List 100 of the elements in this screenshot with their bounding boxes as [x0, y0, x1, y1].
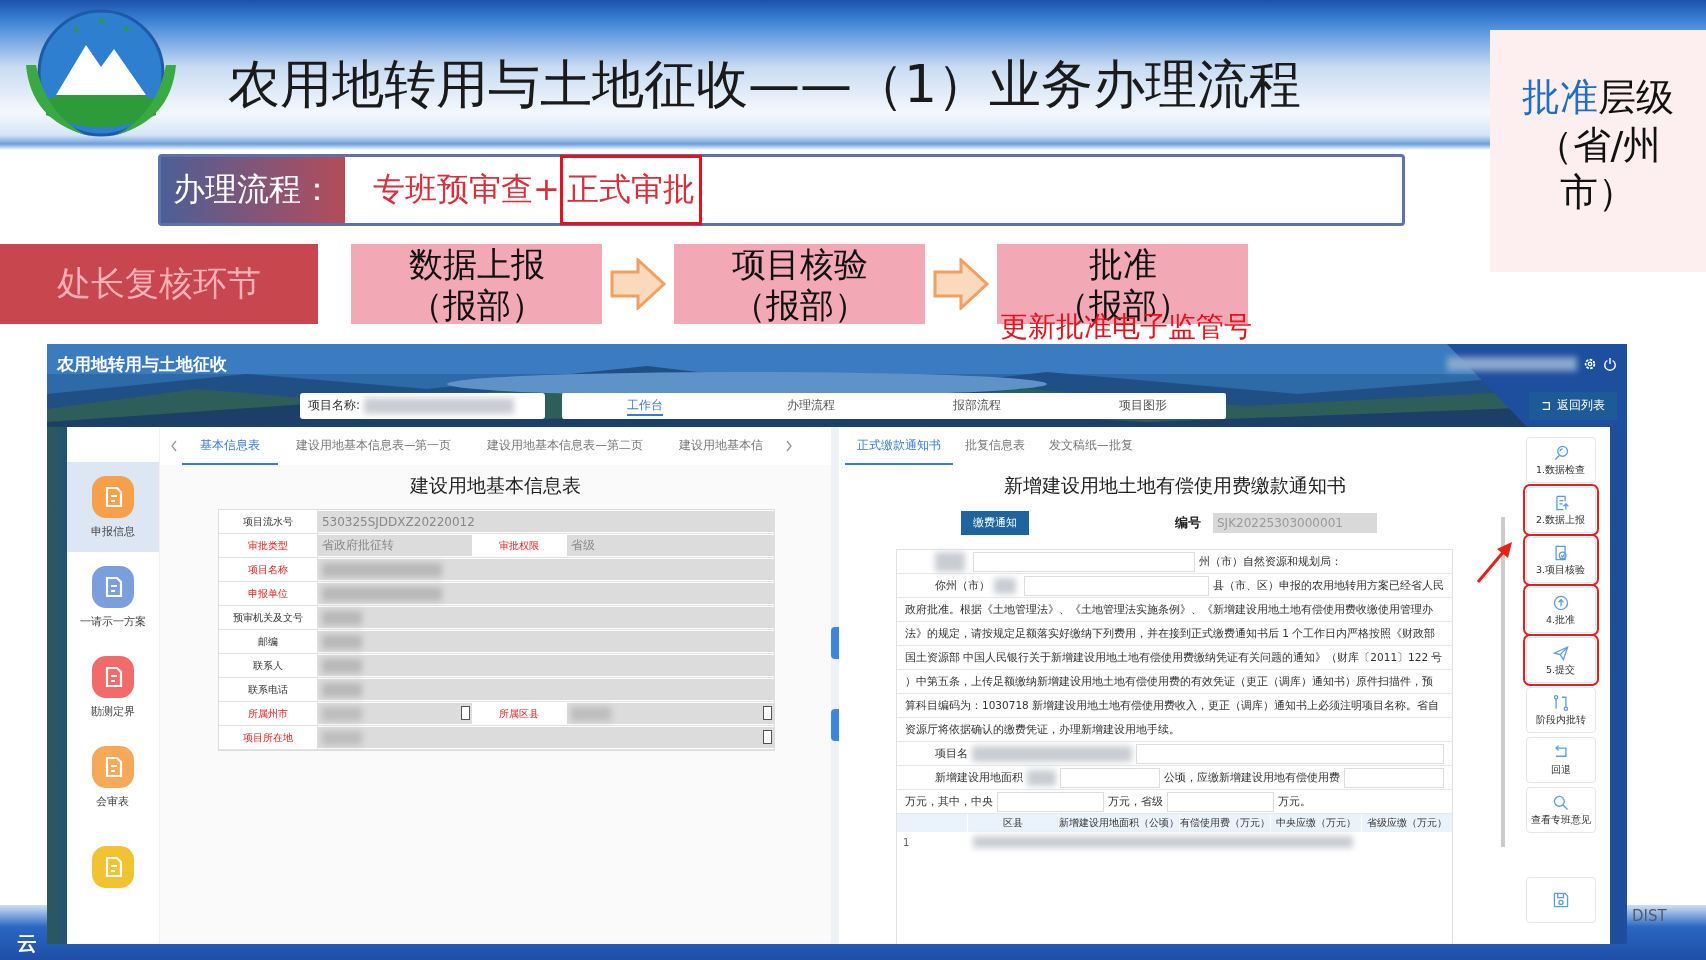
select-field[interactable]: [317, 703, 472, 724]
field-label: 邮编: [218, 630, 318, 653]
input-field[interactable]: [973, 551, 1195, 572]
return-icon: [1541, 400, 1551, 411]
branch-icon: [1551, 693, 1570, 712]
action-button[interactable]: 回退: [1525, 737, 1596, 783]
power-icon[interactable]: [1603, 357, 1617, 371]
dropdown-icon[interactable]: [762, 706, 772, 720]
collapse-handle[interactable]: [831, 709, 839, 741]
field-label: 项目流水号: [218, 510, 318, 533]
redacted-patch: [1027, 769, 1057, 786]
step-subtitle: （报部）: [408, 284, 545, 326]
column-header: 省级应缴（万元）: [1361, 814, 1452, 832]
column-header: 新增建设用地面积（公顷）: [1058, 814, 1179, 832]
input-field[interactable]: [997, 791, 1104, 812]
up-arrow-circle-icon: [1551, 593, 1570, 612]
redacted-patch: [321, 706, 362, 721]
tab[interactable]: 建设用地基本信息表—第二页: [469, 427, 661, 465]
tab[interactable]: 建设用地基本信: [660, 427, 781, 465]
search-field[interactable]: 项目名称:: [300, 392, 545, 419]
column-header: 区县: [967, 814, 1058, 832]
arrow-icon: [933, 258, 989, 310]
sidebar-item[interactable]: 一请示一方案: [67, 552, 159, 642]
document-icon: [91, 475, 134, 518]
step-subtitle: （报部）: [731, 284, 868, 326]
footer-mark: DIST: [1632, 907, 1667, 925]
select-field[interactable]: [566, 703, 774, 724]
scrollbar[interactable]: [1501, 517, 1506, 847]
redacted-patch: [570, 706, 611, 721]
save-button[interactable]: [1525, 877, 1596, 923]
field-label: 万元。: [1278, 794, 1311, 809]
save-icon: [1551, 891, 1570, 909]
notice-text: ）中第五条，上传足额缴纳新增建设用地土地有偿使用费的有效凭证（更正（调库）通知书）原件扫描件，预: [905, 674, 1433, 689]
tab[interactable]: 正式缴款通知书: [845, 427, 953, 465]
field-label: 公顷，应缴新增建设用地有偿使用费: [1164, 770, 1341, 785]
tab[interactable]: 批复信息表: [953, 427, 1037, 465]
tab[interactable]: 基本信息表: [181, 427, 278, 465]
field-label: 所属州市: [218, 702, 318, 725]
input-field[interactable]: [317, 607, 774, 628]
document-icon: [91, 846, 134, 888]
field-label: 预审机关及文号: [218, 606, 318, 629]
back-button[interactable]: 返回列表: [1529, 391, 1617, 420]
redacted-patch: [321, 610, 362, 625]
input-field[interactable]: [317, 631, 774, 652]
field-label: 万元，其中，中央: [905, 794, 993, 809]
chevron-left-icon[interactable]: [169, 440, 178, 452]
expand-handle[interactable]: [831, 627, 839, 659]
highlighted-text: 正式审批: [559, 155, 702, 225]
document-icon: [91, 655, 134, 698]
step-title: 项目核验: [731, 244, 868, 285]
input-field[interactable]: [317, 679, 774, 700]
action-button[interactable]: 4.批准: [1525, 587, 1596, 633]
notice-text: 法》的规定，请按规定足额落实好缴纳下列费用，并在接到正式缴费通知书后 1 个工作日内严格按照《财政部: [905, 626, 1436, 641]
input-field[interactable]: [1023, 575, 1209, 596]
input-field[interactable]: [317, 559, 774, 580]
level-note: 批准层级（省/州市）: [1521, 74, 1675, 216]
action-button[interactable]: 5.提交: [1525, 637, 1596, 683]
redacted-patch: [321, 682, 362, 697]
notice-text: 政府批准。根据《土地管理法》、《土地管理法实施条例》、《新增建设用地土地有偿使用费收缴使用管理办: [905, 602, 1433, 617]
chevron-right-icon[interactable]: [784, 440, 793, 452]
dropdown-icon[interactable]: [762, 730, 772, 744]
redacted-patch: [994, 577, 1016, 594]
redacted-patch: [321, 634, 362, 649]
action-button[interactable]: 2.数据上报: [1525, 487, 1596, 533]
select-field[interactable]: [317, 727, 774, 748]
sidebar-item[interactable]: 会审表: [67, 732, 159, 822]
redacted-patch: [321, 658, 362, 673]
notice-text: 你州（市）: [935, 578, 990, 593]
nav-tab[interactable]: 办理流程: [728, 392, 894, 419]
sidebar-item[interactable]: 勘测定界: [67, 642, 159, 732]
redacted-patch: [321, 730, 362, 745]
tab[interactable]: 建设用地基本信息表—第一页: [277, 427, 470, 465]
notice-text: 国土资源部 中国人民银行关于新增建设用地土地有偿使用费缴纳凭证有关问题的通知》（财库〔2011〕122 号: [905, 650, 1443, 665]
search-icon: [1551, 793, 1570, 812]
input-field[interactable]: [1344, 767, 1444, 788]
action-button[interactable]: 阶段内批转: [1525, 687, 1596, 733]
notice-text: 县（市、区）申报的农用地转用方案已经省人民: [1213, 578, 1444, 593]
settings-icon[interactable]: [1583, 357, 1597, 371]
dropdown-icon[interactable]: [460, 706, 470, 720]
action-button[interactable]: 1.数据检查: [1525, 437, 1596, 483]
field-label: 所属区县: [498, 706, 541, 721]
notice-title: 新增建设用地土地有偿使用费缴款通知书: [1003, 473, 1348, 498]
nav-tab[interactable]: 项目图形: [1060, 392, 1226, 419]
step-title: 批准: [1088, 244, 1157, 285]
field-label: 联系电话: [218, 678, 318, 701]
action-button[interactable]: 查看专班意见: [1525, 787, 1596, 833]
sidebar-item[interactable]: 申报信息: [67, 462, 159, 552]
input-field[interactable]: [317, 655, 774, 676]
tab[interactable]: 发文稿纸—批复: [1037, 427, 1145, 465]
input-field[interactable]: [1136, 743, 1444, 764]
input-field[interactable]: [1060, 767, 1161, 788]
column-header: 中央应缴（万元）: [1270, 814, 1361, 832]
nav-tab[interactable]: 报部流程: [894, 392, 1060, 419]
number-label: 编号: [1175, 514, 1201, 532]
input-field[interactable]: [317, 583, 774, 604]
notice-button[interactable]: 缴费通知: [961, 511, 1029, 535]
input-field[interactable]: [1167, 791, 1274, 812]
action-button[interactable]: 3.项目核验: [1525, 537, 1596, 583]
nav-tab[interactable]: 工作台: [562, 392, 728, 419]
process-label: 办理流程：: [161, 157, 345, 223]
